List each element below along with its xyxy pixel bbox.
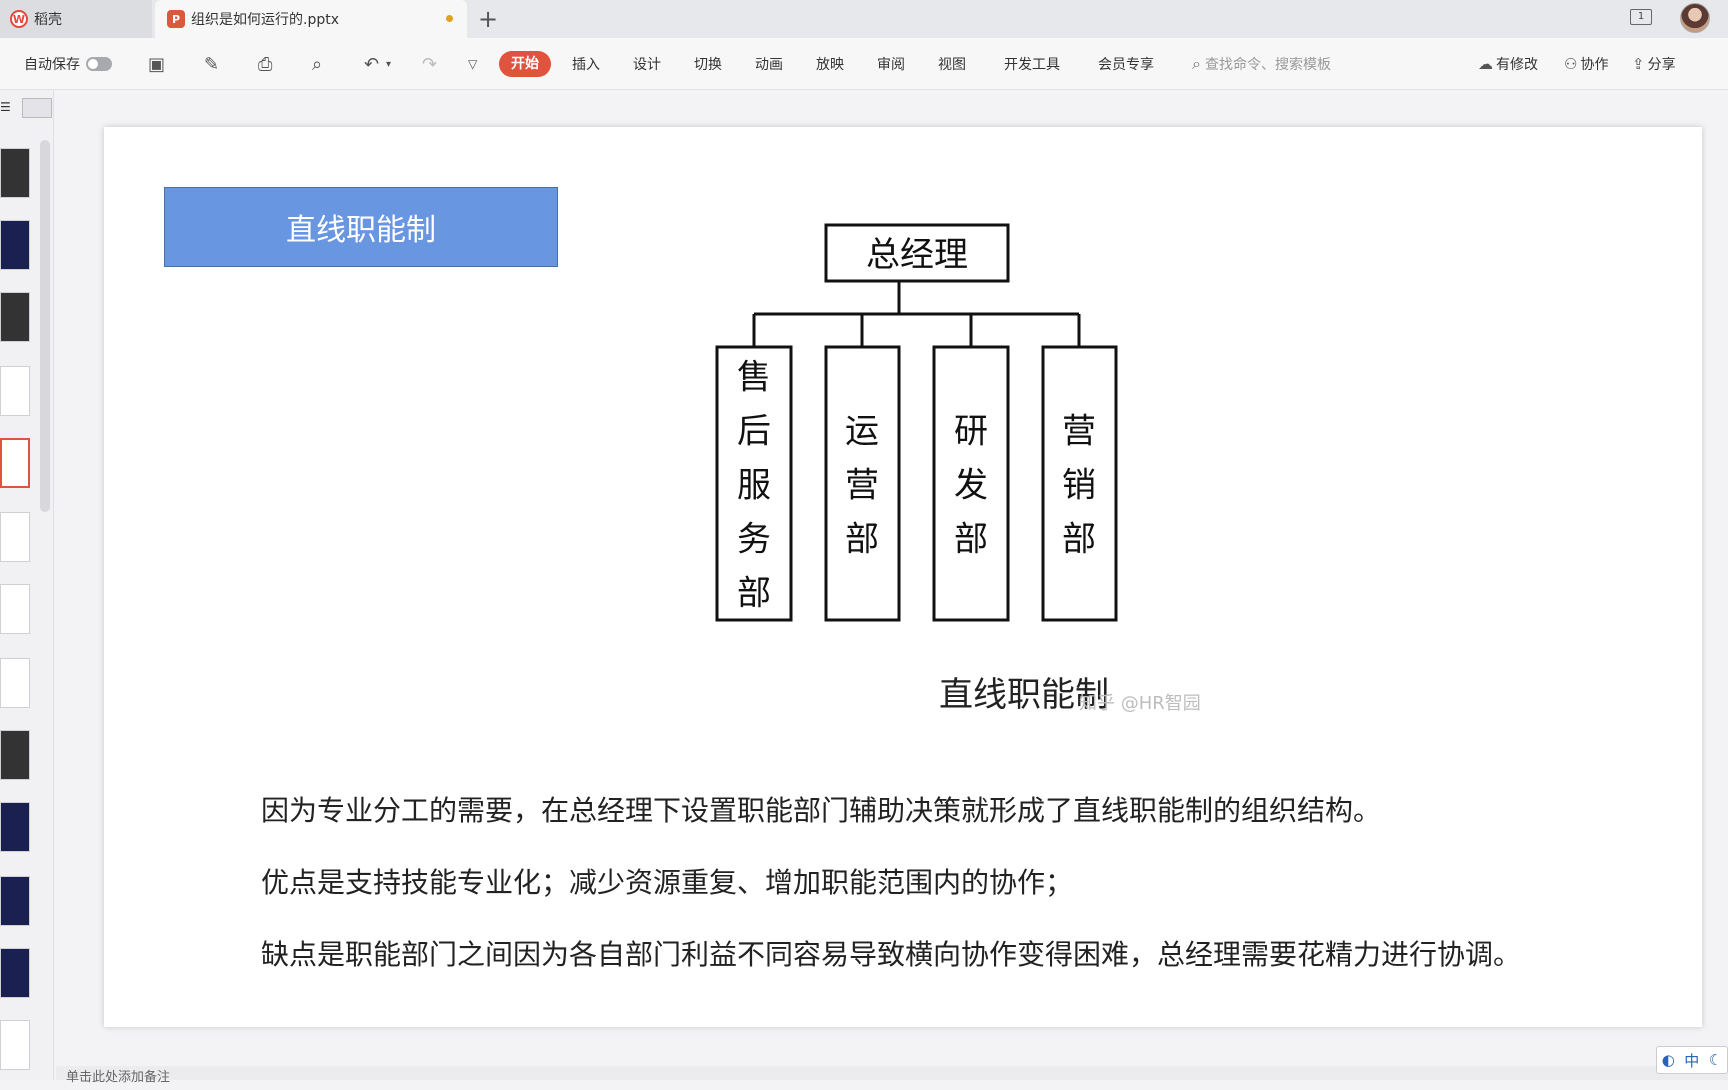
ime-indicator[interactable]: ◐ 中 ☾ <box>1656 1046 1728 1074</box>
cloud-icon: ☁ <box>1478 55 1493 73</box>
redo-icon[interactable]: ↷ <box>422 38 437 90</box>
slide-thumbnail[interactable] <box>0 512 30 562</box>
notes-pane[interactable]: 单击此处添加备注 <box>56 1066 1728 1085</box>
org-root-label: 总经理 <box>866 235 968 275</box>
format-painter-icon[interactable]: ✎ <box>204 38 219 90</box>
search-icon: ⌕ <box>1192 54 1201 73</box>
print-preview-icon[interactable]: ⌕ <box>312 38 322 90</box>
menu-member[interactable]: 会员专享 <box>1098 38 1154 90</box>
slide-thumbnail[interactable] <box>0 730 30 780</box>
paragraph-definition[interactable]: 因为专业分工的需要，在总经理下设置职能部门辅助决策就形成了直线职能制的组织结构。 <box>261 789 1381 829</box>
ribbon-toolbar: 自动保存 ▣ ✎ ⎙ ⌕ ↶ ▾ ↷ ▽ 开始 插入 设计 切换 动画 放映 审… <box>0 38 1728 90</box>
slide-thumbnail[interactable] <box>0 148 30 198</box>
modified-button[interactable]: ☁ 有修改 <box>1478 38 1538 90</box>
slide-canvas[interactable]: 直线职能制 总经理 售后服务部运营部研发部营销部 直线职能制 知乎 @HR智园 … <box>104 127 1702 1027</box>
menu-transition[interactable]: 切换 <box>694 38 722 90</box>
wps-logo-icon: W <box>10 10 28 28</box>
outline-view-icon[interactable]: ☰ <box>0 100 11 114</box>
menu-home[interactable]: 开始 <box>499 51 551 77</box>
org-dept-label-char: 部 <box>737 574 771 614</box>
modified-label: 有修改 <box>1496 57 1538 73</box>
slide-thumbnail[interactable] <box>0 802 30 852</box>
share-button[interactable]: ⇪ 分享 <box>1632 38 1676 90</box>
slide-thumbnail[interactable] <box>0 584 30 634</box>
tab-daoke[interactable]: W 稻壳 <box>0 0 152 38</box>
slide-thumbnail[interactable] <box>0 220 30 270</box>
org-dept-label-char: 研 <box>954 412 988 452</box>
tab-label: 组织是如何运行的.pptx <box>191 12 339 28</box>
menu-slideshow[interactable]: 放映 <box>816 38 844 90</box>
collaborate-button[interactable]: ⚇ 协作 <box>1564 38 1608 90</box>
autosave-label: 自动保存 <box>24 57 80 73</box>
slide-thumbnail[interactable] <box>0 658 30 708</box>
window-count-icon[interactable]: 1 <box>1630 9 1652 25</box>
share-label: 分享 <box>1647 57 1676 73</box>
search-placeholder: 查找命令、搜索模板 <box>1204 57 1331 73</box>
org-dept-label-char: 发 <box>954 466 988 506</box>
undo-icon[interactable]: ↶ <box>364 38 379 90</box>
slide-thumbnail[interactable] <box>0 876 30 926</box>
ime-mode-label: 中 <box>1684 1051 1700 1070</box>
slide-thumbnail-panel: ☰ <box>0 90 54 1080</box>
save-icon[interactable]: ▣ <box>148 38 165 90</box>
print-icon[interactable]: ⎙ <box>258 38 272 90</box>
menu-animation[interactable]: 动画 <box>755 38 783 90</box>
moon-icon: ☾ <box>1708 1051 1723 1069</box>
slide-thumbnail-current[interactable] <box>0 438 30 488</box>
title-bar: W 稻壳 P 组织是如何运行的.pptx + 1 <box>0 0 1728 38</box>
autosave-control[interactable]: 自动保存 <box>24 38 112 90</box>
undo-dropdown-icon[interactable]: ▾ <box>386 38 391 90</box>
org-dept-label-char: 后 <box>737 412 771 452</box>
org-dept-label-char: 运 <box>845 412 879 452</box>
org-dept-label-char: 务 <box>737 520 771 560</box>
thumbnail-view-icon[interactable] <box>22 98 52 118</box>
org-dept-label-char: 部 <box>845 520 879 560</box>
tab-document[interactable]: P 组织是如何运行的.pptx <box>155 0 467 38</box>
notes-placeholder: 单击此处添加备注 <box>66 1070 171 1085</box>
paragraph-disadvantages[interactable]: 缺点是职能部门之间因为各自部门利益不同容易导致横向协作变得困难，总经理需要花精力… <box>261 933 1521 973</box>
org-dept-label-char: 营 <box>1062 412 1096 452</box>
new-tab-button[interactable]: + <box>478 5 498 33</box>
menu-review[interactable]: 审阅 <box>877 38 905 90</box>
watermark: 知乎 @HR智园 <box>1079 693 1201 714</box>
menu-design[interactable]: 设计 <box>633 38 661 90</box>
unsaved-indicator-icon <box>446 15 453 22</box>
org-dept-label-char: 部 <box>954 520 988 560</box>
more-tools-icon[interactable]: ▽ <box>468 38 477 90</box>
org-dept-label-char: 服 <box>737 466 771 506</box>
menu-insert[interactable]: 插入 <box>572 38 600 90</box>
ime-logo-icon: ◐ <box>1661 1051 1675 1069</box>
slide-thumbnail[interactable] <box>0 366 30 416</box>
share-icon: ⇪ <box>1632 55 1645 73</box>
menu-developer[interactable]: 开发工具 <box>1004 38 1060 90</box>
org-dept-label-char: 销 <box>1062 466 1096 506</box>
paragraph-advantages[interactable]: 优点是支持技能专业化；减少资源重复、增加职能范围内的协作； <box>261 861 1073 901</box>
autosave-toggle[interactable] <box>86 57 112 71</box>
org-dept-label-char: 营 <box>845 466 879 506</box>
slide-thumbnail[interactable] <box>0 948 30 998</box>
collaborate-label: 协作 <box>1580 57 1609 73</box>
slide-thumbnail[interactable] <box>0 1020 30 1070</box>
org-dept-label-char: 部 <box>1062 520 1096 560</box>
slide-thumbnail[interactable] <box>0 292 30 342</box>
org-dept-label-char: 售 <box>737 358 771 398</box>
avatar[interactable] <box>1680 3 1710 33</box>
tab-label: 稻壳 <box>34 12 62 28</box>
user-add-icon: ⚇ <box>1564 55 1578 73</box>
presentation-file-icon: P <box>167 10 185 28</box>
menu-view[interactable]: 视图 <box>938 38 966 90</box>
thumbnail-scrollbar[interactable] <box>40 140 50 512</box>
command-search[interactable]: ⌕ 查找命令、搜索模板 <box>1192 38 1331 90</box>
